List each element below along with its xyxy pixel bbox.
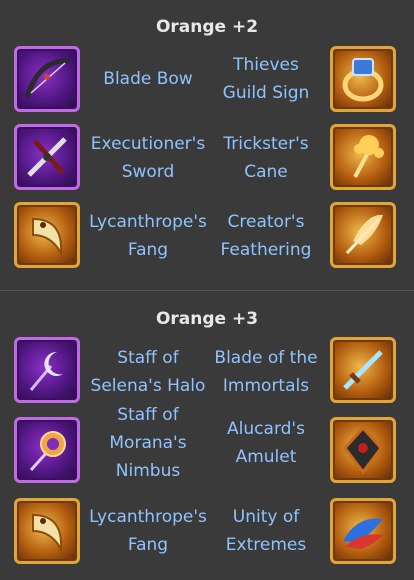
item-name: Staff of Morana's Nimbus xyxy=(109,405,187,481)
item-name: Creator's Feathering xyxy=(220,212,312,260)
section-title: Orange +2 xyxy=(155,17,259,37)
sun-staff-icon xyxy=(14,417,80,483)
item-name: Lycanthrope's Fang xyxy=(89,507,207,555)
section-title: Orange +3 xyxy=(155,309,259,329)
ring-icon xyxy=(330,46,396,112)
section-orange-plus-2: Orange +2 Blade Bow Thieves Guild Sign E… xyxy=(0,0,414,290)
blade-bow-icon xyxy=(14,46,80,112)
item-name: Executioner's Sword xyxy=(90,134,206,182)
item-name: Lycanthrope's Fang xyxy=(89,212,207,260)
amulet-icon xyxy=(330,417,396,483)
section-orange-plus-3: Orange +3 Staff of Selena's Halo Blade o… xyxy=(0,291,414,580)
cane-icon xyxy=(330,124,396,190)
blade-icon xyxy=(330,337,396,403)
moon-staff-icon xyxy=(14,337,80,403)
feather-icon xyxy=(330,202,396,268)
fang-icon xyxy=(14,202,80,268)
item-name: Trickster's Cane xyxy=(223,134,309,182)
item-name: Unity of Extremes xyxy=(225,507,307,555)
item-name: Thieves Guild Sign xyxy=(222,55,310,103)
item-name: Blade Bow xyxy=(103,69,193,89)
sword-icon xyxy=(14,124,80,190)
item-name: Staff of Selena's Halo xyxy=(90,348,206,396)
dragon-icon xyxy=(330,498,396,564)
item-name: Alucard's Amulet xyxy=(227,419,305,467)
fang-icon xyxy=(14,498,80,564)
item-name: Blade of the Immortals xyxy=(214,348,318,396)
